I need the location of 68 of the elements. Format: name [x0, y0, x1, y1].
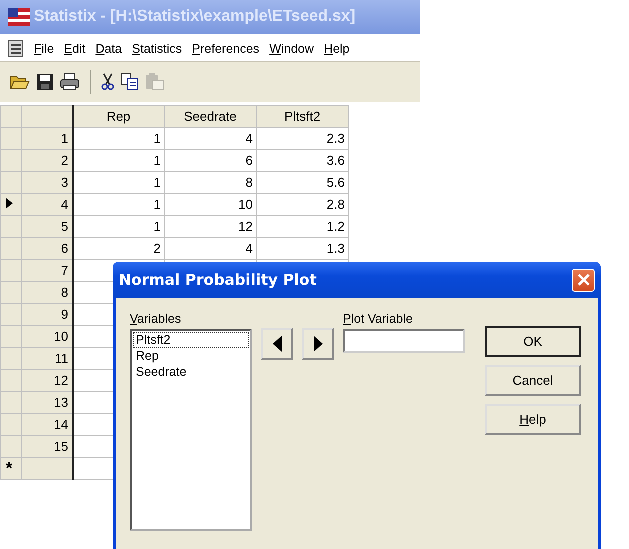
column-header[interactable]: Rep	[72, 106, 164, 128]
menu-item[interactable]: Preferences	[192, 42, 260, 56]
menu-item[interactable]: Data	[96, 42, 122, 56]
menu-item[interactable]: Window	[270, 42, 314, 56]
table-cell: 4	[164, 238, 256, 260]
move-right-button[interactable]	[302, 328, 334, 360]
row-number[interactable]: 8	[22, 282, 72, 304]
move-left-button[interactable]	[261, 328, 293, 360]
table-cell: 1.2	[256, 216, 348, 238]
list-item[interactable]: Seedrate	[133, 364, 249, 380]
left-triangle-icon	[272, 336, 282, 352]
row-number[interactable]: 6	[22, 238, 72, 260]
menu-item[interactable]: Help	[324, 42, 350, 56]
table-cell: 6	[164, 150, 256, 172]
table-cell: 1	[72, 194, 164, 216]
list-item[interactable]: Rep	[133, 348, 249, 364]
dialog-title: Normal Probability Plot	[119, 271, 317, 289]
dialog-button[interactable]: OK	[485, 326, 581, 357]
table-cell: 8	[164, 172, 256, 194]
flag-icon	[8, 8, 30, 26]
menu-item[interactable]: Statistics	[132, 42, 182, 56]
table-cell: 4	[164, 128, 256, 150]
menu-item[interactable]: File	[34, 42, 54, 56]
row-number[interactable]: 3	[22, 172, 72, 194]
table-cell: 1.3	[256, 238, 348, 260]
plot-variable-field[interactable]	[343, 329, 465, 353]
row-number[interactable]: 5	[22, 216, 72, 238]
dialog-button[interactable]: Help	[485, 404, 581, 435]
table-cell: 2.8	[256, 194, 348, 216]
table-cell: 1	[72, 150, 164, 172]
row-number[interactable]: 1	[22, 128, 72, 150]
plot-variable-label: Plot Variable	[343, 312, 414, 326]
table-cell: 3.6	[256, 150, 348, 172]
column-header[interactable]: Seedrate	[164, 106, 256, 128]
new-row-marker: *	[0, 458, 22, 480]
row-number[interactable]: 12	[22, 370, 72, 392]
variables-label: Variables	[130, 312, 182, 326]
row-number[interactable]: 2	[22, 150, 72, 172]
document-icon[interactable]	[8, 40, 24, 58]
row-number[interactable]: 13	[22, 392, 72, 414]
copy-icon[interactable]	[121, 73, 139, 91]
row-number[interactable]: 7	[22, 260, 72, 282]
table-cell: 5.6	[256, 172, 348, 194]
row-number[interactable]: 15	[22, 436, 72, 458]
row-number[interactable]: 11	[22, 348, 72, 370]
variables-list[interactable]: Pltsft2 Rep Seedrate	[130, 329, 252, 531]
column-header[interactable]: Pltsft2	[256, 106, 348, 128]
scissors-icon[interactable]	[101, 73, 115, 91]
table-cell: 2	[72, 238, 164, 260]
close-button[interactable]	[572, 268, 595, 292]
table-cell: 1	[72, 128, 164, 150]
list-item[interactable]: Pltsft2	[133, 332, 249, 348]
row-number[interactable]: 10	[22, 326, 72, 348]
dialog-button[interactable]: Cancel	[485, 365, 581, 396]
table-cell: 12	[164, 216, 256, 238]
row-number[interactable]: 4	[22, 194, 72, 216]
row-number[interactable]: 9	[22, 304, 72, 326]
current-row-icon	[6, 198, 13, 209]
window-title: Statistix - [H:\Statistix\example\ETseed.sx]	[34, 8, 356, 26]
close-icon	[578, 274, 590, 286]
printer-icon[interactable]	[60, 73, 80, 91]
table-cell: 2.3	[256, 128, 348, 150]
right-triangle-icon	[314, 336, 322, 352]
row-number[interactable]: 14	[22, 414, 72, 436]
table-cell: 10	[164, 194, 256, 216]
menu-item[interactable]: Edit	[64, 42, 86, 56]
table-cell: 1	[72, 216, 164, 238]
table-cell: 1	[72, 172, 164, 194]
